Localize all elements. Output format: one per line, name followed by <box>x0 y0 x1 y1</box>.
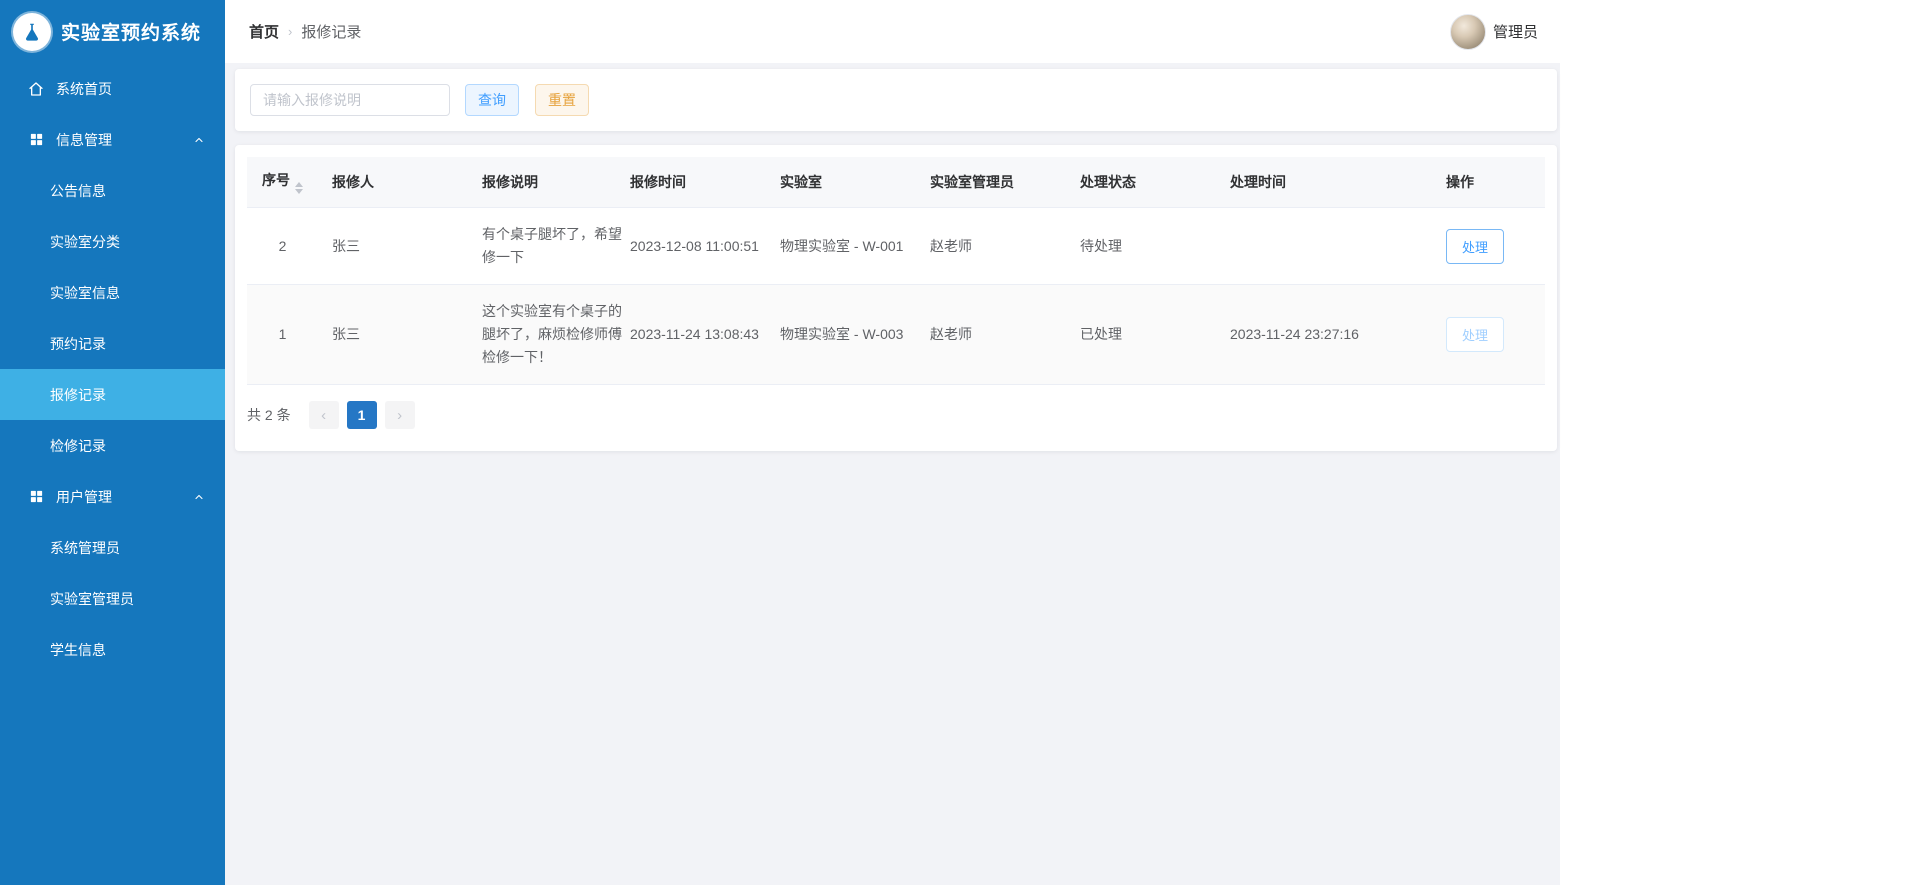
sidebar-group-label: 信息管理 <box>56 131 112 148</box>
column-header-manager: 实验室管理员 <box>930 157 1080 208</box>
sidebar-item-label: 预约记录 <box>50 335 106 352</box>
sidebar-item-lab-admin[interactable]: 实验室管理员 <box>0 573 225 624</box>
cell-status: 已处理 <box>1080 284 1230 385</box>
column-header-lab: 实验室 <box>780 157 930 208</box>
sidebar-item-label: 学生信息 <box>50 641 106 658</box>
main-area: 首页 › 报修记录 管理员 查询 重置 <box>225 0 1560 885</box>
top-header: 首页 › 报修记录 管理员 <box>225 0 1560 63</box>
sidebar-item-label: 实验室管理员 <box>50 590 134 607</box>
flask-icon <box>13 12 51 51</box>
cell-seq: 1 <box>247 284 332 385</box>
column-header-handle-time: 处理时间 <box>1230 157 1446 208</box>
sidebar-item-system-admin[interactable]: 系统管理员 <box>0 522 225 573</box>
pagination-page-1[interactable]: 1 <box>346 401 377 429</box>
pagination-prev-button[interactable]: ‹ <box>308 401 339 429</box>
breadcrumb-home-link[interactable]: 首页 <box>249 21 279 42</box>
cell-seq: 2 <box>247 207 332 285</box>
sidebar-item-repair-records[interactable]: 报修记录 <box>0 369 225 420</box>
app-window: 实验室预约系统 系统首页 信息管理 公告信息 实验室分类 实验室信息 预约记录 … <box>0 0 1560 885</box>
repair-records-table: 序号 报修人 报修说明 报修时间 实验室 实验室管理员 处理状态 处理时间 操作 <box>247 157 1545 385</box>
sidebar-item-maintenance-records[interactable]: 检修记录 <box>0 420 225 471</box>
grid-icon <box>28 132 44 147</box>
pagination: 共 2 条 ‹ 1 › <box>247 401 1545 429</box>
chevron-right-icon: › <box>397 406 403 424</box>
cell-lab: 物理实验室 - W-003 <box>780 284 930 385</box>
breadcrumb-current: 报修记录 <box>301 24 362 41</box>
breadcrumb: 首页 › 报修记录 <box>249 21 361 42</box>
sidebar-item-home[interactable]: 系统首页 <box>0 63 225 114</box>
query-button[interactable]: 查询 <box>465 84 519 116</box>
cell-status: 待处理 <box>1080 207 1230 285</box>
column-header-report-time: 报修时间 <box>630 157 780 208</box>
cell-report-time: 2023-12-08 11:00:51 <box>630 207 780 285</box>
search-panel: 查询 重置 <box>235 69 1557 131</box>
sidebar-item-student-info[interactable]: 学生信息 <box>0 624 225 675</box>
sidebar-item-label: 检修记录 <box>50 437 106 454</box>
column-header-actions: 操作 <box>1446 157 1545 208</box>
user-menu[interactable]: 管理员 <box>1449 13 1538 50</box>
pagination-next-button[interactable]: › <box>384 401 415 429</box>
column-header-description: 报修说明 <box>482 157 630 208</box>
sidebar-item-label: 系统管理员 <box>50 539 120 556</box>
sidebar-item-label: 系统首页 <box>56 80 112 97</box>
sidebar-item-lab-info[interactable]: 实验室信息 <box>0 267 225 318</box>
cell-report-time: 2023-11-24 13:08:43 <box>630 284 780 385</box>
chevron-up-icon <box>193 491 205 503</box>
cell-lab: 物理实验室 - W-001 <box>780 207 930 285</box>
sidebar-item-label: 实验室信息 <box>50 284 120 301</box>
cell-handle-time <box>1230 207 1446 285</box>
reset-button[interactable]: 重置 <box>535 84 589 116</box>
pagination-total: 共 2 条 <box>247 407 291 423</box>
cell-description: 有个桌子腿坏了，希望修一下 <box>482 207 630 285</box>
grid-icon <box>28 489 44 504</box>
table-row: 1 张三 这个实验室有个桌子的腿坏了，麻烦检修师傅检修一下！ 2023-11-2… <box>247 284 1545 385</box>
cell-manager: 赵老师 <box>930 284 1080 385</box>
sidebar-menu: 系统首页 信息管理 公告信息 实验室分类 实验室信息 预约记录 报修记录 检修记… <box>0 63 225 675</box>
column-header-status: 处理状态 <box>1080 157 1230 208</box>
sidebar-group-user-management[interactable]: 用户管理 <box>0 471 225 522</box>
column-label: 序号 <box>262 172 290 188</box>
sidebar-item-label: 报修记录 <box>50 386 106 403</box>
content-area: 查询 重置 序号 报修人 报修说明 <box>225 63 1560 451</box>
table-row: 2 张三 有个桌子腿坏了，希望修一下 2023-12-08 11:00:51 物… <box>247 207 1545 285</box>
repair-description-input[interactable] <box>250 84 450 116</box>
cell-actions: 处理 <box>1446 207 1545 285</box>
cell-handle-time: 2023-11-24 23:27:16 <box>1230 284 1446 385</box>
sidebar-item-label: 公告信息 <box>50 182 106 199</box>
chevron-left-icon: ‹ <box>321 406 327 424</box>
sort-caret-icon[interactable] <box>295 182 303 194</box>
handle-button-disabled: 处理 <box>1446 317 1505 352</box>
app-logo: 实验室预约系统 <box>0 0 225 63</box>
handle-button[interactable]: 处理 <box>1446 228 1505 264</box>
username: 管理员 <box>1492 24 1538 41</box>
cell-description: 这个实验室有个桌子的腿坏了，麻烦检修师傅检修一下！ <box>482 284 630 385</box>
app-title: 实验室预约系统 <box>61 23 202 44</box>
column-header-reporter: 报修人 <box>332 157 482 208</box>
repair-records-panel: 序号 报修人 报修说明 报修时间 实验室 实验室管理员 处理状态 处理时间 操作 <box>235 145 1557 451</box>
sidebar-item-notice-info[interactable]: 公告信息 <box>0 165 225 216</box>
breadcrumb-separator-icon: › <box>288 24 293 39</box>
sidebar-group-info-management[interactable]: 信息管理 <box>0 114 225 165</box>
avatar <box>1449 13 1486 50</box>
sidebar: 实验室预约系统 系统首页 信息管理 公告信息 实验室分类 实验室信息 预约记录 … <box>0 0 225 885</box>
chevron-up-icon <box>193 134 205 146</box>
cell-reporter: 张三 <box>332 207 482 285</box>
sidebar-item-label: 实验室分类 <box>50 233 120 250</box>
cell-reporter: 张三 <box>332 284 482 385</box>
cell-manager: 赵老师 <box>930 207 1080 285</box>
column-header-seq: 序号 <box>247 157 332 208</box>
sidebar-item-reservation-records[interactable]: 预约记录 <box>0 318 225 369</box>
sidebar-group-label: 用户管理 <box>56 488 112 505</box>
table-header-row: 序号 报修人 报修说明 报修时间 实验室 实验室管理员 处理状态 处理时间 操作 <box>247 157 1545 208</box>
home-icon <box>28 81 44 97</box>
cell-actions: 处理 <box>1446 284 1545 385</box>
sidebar-item-lab-category[interactable]: 实验室分类 <box>0 216 225 267</box>
